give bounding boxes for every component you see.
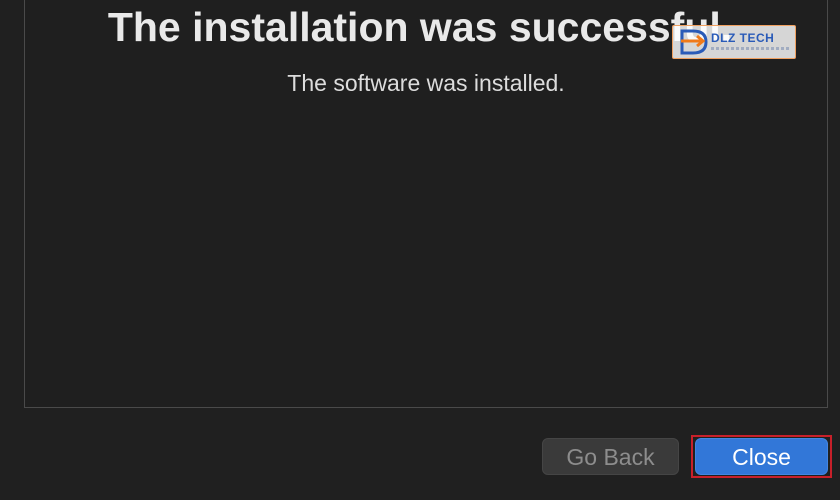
go-back-button[interactable]: Go Back (542, 438, 679, 475)
close-button[interactable]: Close (695, 438, 828, 475)
brand-logo-icon (680, 29, 708, 55)
watermark-logo: DLZ TECH (672, 25, 796, 59)
content-panel (24, 0, 828, 408)
status-message: The software was installed. (287, 70, 565, 96)
watermark-brand-text: DLZ TECH (711, 31, 775, 45)
watermark-tagline (711, 47, 791, 50)
